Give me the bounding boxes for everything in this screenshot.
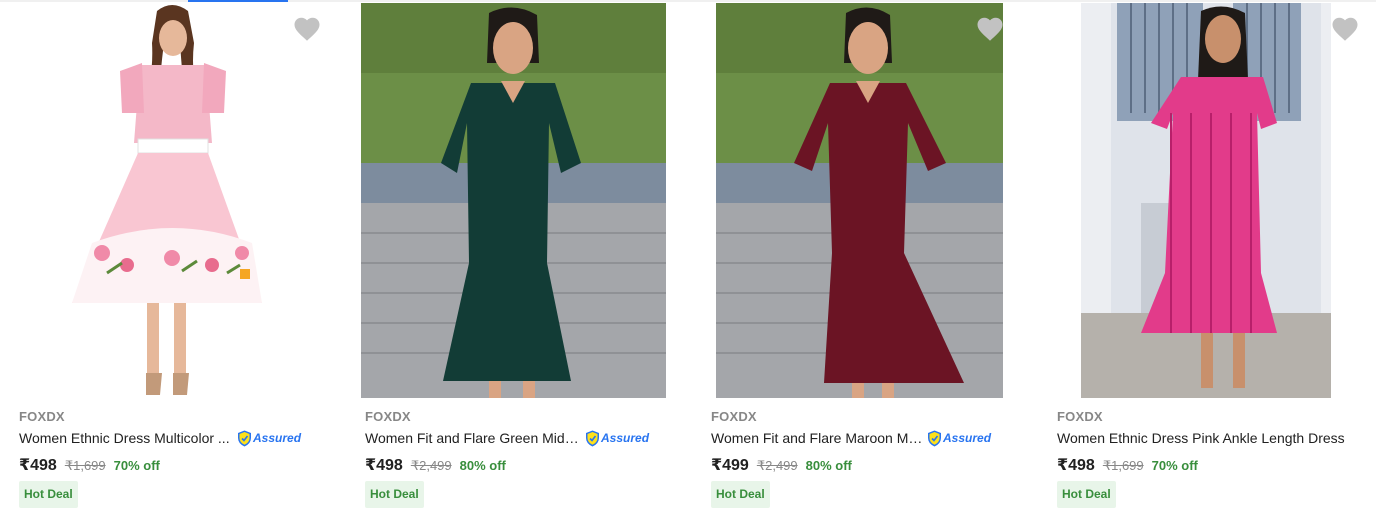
assured-shield-icon	[586, 430, 599, 446]
hot-deal-badge: Hot Deal	[711, 481, 770, 508]
discount-percent: 80% off	[805, 458, 852, 473]
price-row: ₹498 ₹1,699 70% off	[19, 455, 160, 475]
heart-icon[interactable]	[975, 14, 1005, 44]
product-card[interactable]: FOXDX Women Fit and Flare Green Midi/...…	[346, 0, 692, 515]
product-image[interactable]	[62, 3, 284, 398]
assured-badge: Assured	[585, 429, 649, 447]
original-price: ₹2,499	[756, 458, 798, 473]
hot-deal-badge: Hot Deal	[19, 481, 78, 508]
assured-label: Assured	[943, 431, 992, 445]
discount-percent: 80% off	[459, 458, 506, 473]
assured-label: Assured	[253, 431, 302, 445]
product-grid: FOXDX Women Ethnic Dress Multicolor ... …	[0, 0, 1376, 515]
assured-badge: Assured	[927, 429, 991, 447]
selling-price: ₹498	[19, 457, 57, 474]
product-title[interactable]: Women Fit and Flare Maroon Mi...	[711, 430, 923, 446]
original-price: ₹1,699	[64, 458, 106, 473]
original-price: ₹1,699	[1102, 458, 1144, 473]
assured-shield-icon	[928, 430, 941, 446]
assured-shield-icon	[238, 430, 251, 446]
product-image[interactable]	[361, 3, 666, 398]
product-image[interactable]	[1081, 3, 1331, 398]
selling-price: ₹498	[365, 457, 403, 474]
product-image[interactable]	[716, 3, 1003, 398]
assured-label: Assured	[601, 431, 650, 445]
hot-deal-badge: Hot Deal	[1057, 481, 1116, 508]
heart-icon[interactable]	[292, 14, 322, 44]
heart-icon[interactable]	[1330, 14, 1360, 44]
selling-price: ₹499	[711, 457, 749, 474]
product-title[interactable]: Women Ethnic Dress Pink Ankle Length Dre…	[1057, 430, 1357, 446]
original-price: ₹2,499	[410, 458, 452, 473]
product-title-row: Women Ethnic Dress Pink Ankle Length Dre…	[1057, 429, 1376, 447]
product-title[interactable]: Women Ethnic Dress Multicolor ...	[19, 430, 233, 446]
hot-deal-badge: Hot Deal	[365, 481, 424, 508]
discount-percent: 70% off	[113, 458, 160, 473]
product-title-row: Women Ethnic Dress Multicolor ... Assure…	[19, 429, 339, 447]
price-row: ₹499 ₹2,499 80% off	[711, 455, 852, 475]
product-title-row: Women Fit and Flare Maroon Mi... Assured	[711, 429, 1031, 447]
product-card[interactable]: FOXDX Women Ethnic Dress Pink Ankle Leng…	[1038, 0, 1376, 515]
product-card[interactable]: FOXDX Women Ethnic Dress Multicolor ... …	[0, 0, 346, 515]
product-brand: FOXDX	[1057, 409, 1103, 424]
product-brand: FOXDX	[19, 409, 65, 424]
product-title-row: Women Fit and Flare Green Midi/... Assur…	[365, 429, 685, 447]
discount-percent: 70% off	[1151, 458, 1198, 473]
product-brand: FOXDX	[711, 409, 757, 424]
price-row: ₹498 ₹2,499 80% off	[365, 455, 506, 475]
product-title[interactable]: Women Fit and Flare Green Midi/...	[365, 430, 581, 446]
product-card[interactable]: FOXDX Women Fit and Flare Maroon Mi... A…	[692, 0, 1038, 515]
price-row: ₹498 ₹1,699 70% off	[1057, 455, 1198, 475]
assured-badge: Assured	[237, 429, 301, 447]
selling-price: ₹498	[1057, 457, 1095, 474]
product-brand: FOXDX	[365, 409, 411, 424]
